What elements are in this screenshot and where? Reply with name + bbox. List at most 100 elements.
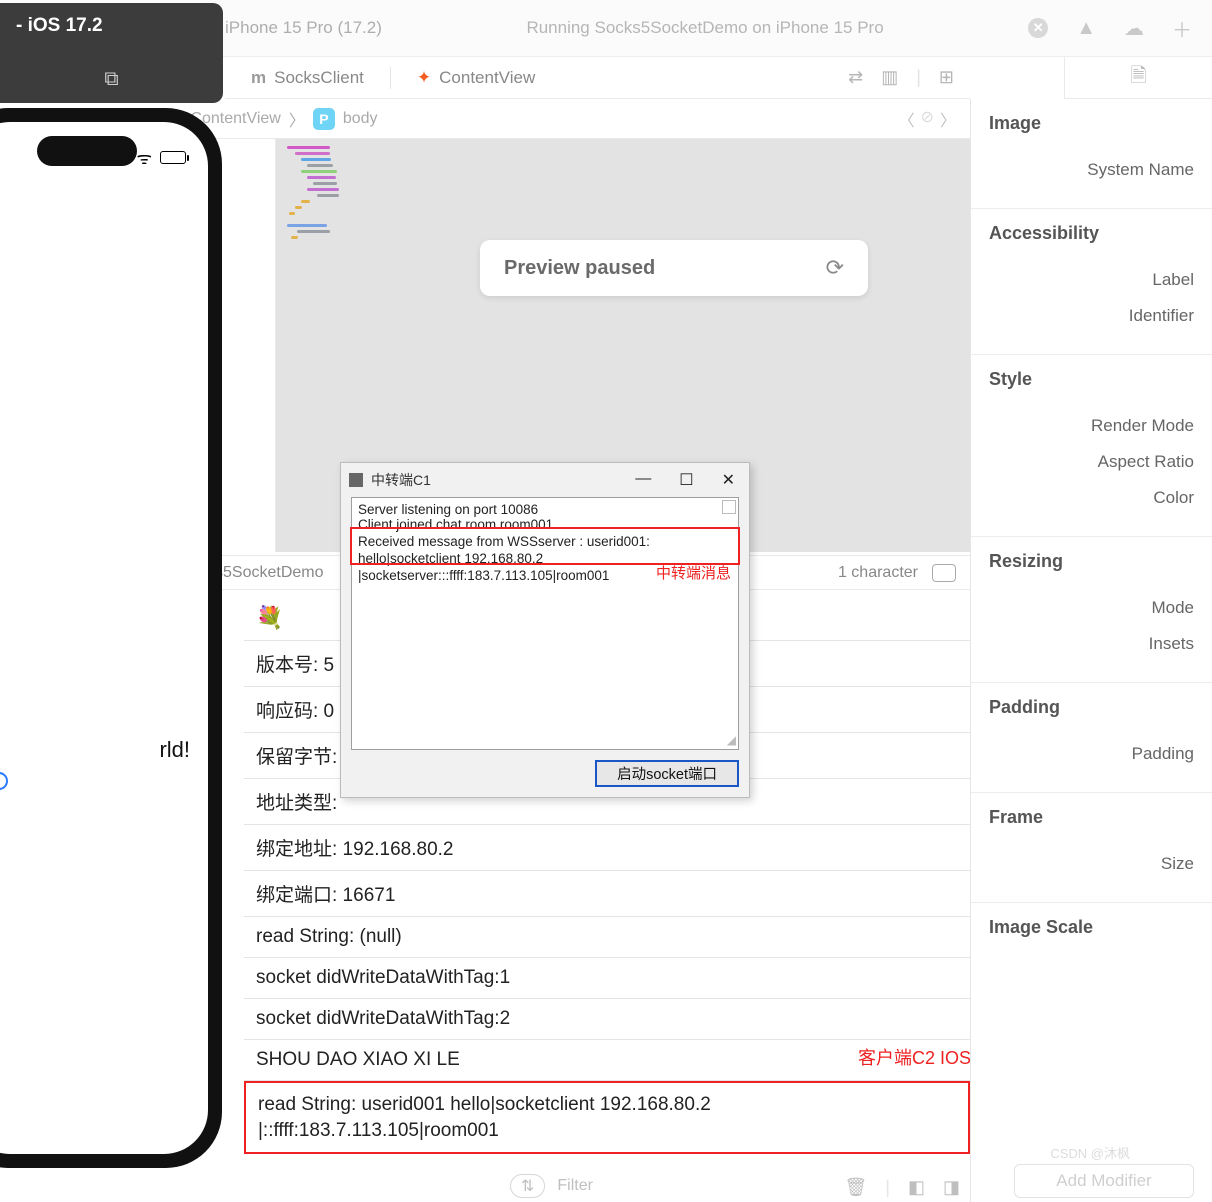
keyboard-icon[interactable] xyxy=(932,564,956,582)
console-row: socket didWriteDataWithTag:2 xyxy=(244,999,970,1040)
trash-icon[interactable]: 🗑 xyxy=(844,1177,867,1198)
inspector-row[interactable]: Size xyxy=(989,846,1194,882)
sim-globe-icon xyxy=(0,772,8,790)
page-icon: 🗎 xyxy=(1130,61,1146,95)
swift-file-icon: ✦ xyxy=(417,68,431,88)
file-icon: m xyxy=(251,68,266,88)
inspector-row[interactable]: Label xyxy=(989,262,1194,298)
error-indicator-icon[interactable]: ✕ xyxy=(1028,18,1048,38)
inspector-panel: Image System Name Accessibility Label Id… xyxy=(970,99,1212,1202)
minimize-icon[interactable]: — xyxy=(635,470,651,490)
add-tab-icon[interactable]: ＋ xyxy=(1172,14,1192,43)
iphone-simulator-frame: ᯤ rld! xyxy=(0,108,222,1168)
log-line: Server listening on port 10086 xyxy=(358,502,732,517)
preview-paused-label: Preview paused xyxy=(504,257,655,280)
minimap-line xyxy=(301,158,331,161)
editor-tabbar: m SocksClient ✦ ContentView ⇄ ▥ | ⊞ xyxy=(225,57,970,99)
inspector-section-resizing: Resizing Mode Insets xyxy=(971,537,1212,683)
panel-right-icon[interactable]: ◨ xyxy=(943,1177,960,1198)
toolbar-device-label: iPhone 15 Pro (17.2) xyxy=(225,18,382,38)
window-titlebar[interactable]: 中转端C1 — ☐ ✕ xyxy=(341,463,749,497)
tab-separator xyxy=(390,67,391,89)
inspector-section-title: Style xyxy=(989,369,1194,390)
relay-server-window[interactable]: 中转端C1 — ☐ ✕ Server listening on port 100… xyxy=(340,462,750,798)
inspector-row[interactable]: Identifier xyxy=(989,298,1194,334)
inspector-row[interactable]: Insets xyxy=(989,626,1194,662)
sync-icon[interactable]: ⇄ xyxy=(848,67,863,88)
inspector-section-title: Resizing xyxy=(989,551,1194,572)
property-badge-icon: P xyxy=(313,108,335,130)
breadcrumb-item[interactable]: body xyxy=(343,110,378,128)
battery-icon xyxy=(160,151,186,164)
inspector-row[interactable]: Mode xyxy=(989,590,1194,626)
console-row-highlighted: read String: userid001 hello|socketclien… xyxy=(244,1081,970,1154)
inspector-section-padding: Padding Padding xyxy=(971,683,1212,793)
minimap-line xyxy=(287,146,330,149)
inspector-row[interactable]: Color xyxy=(989,480,1194,516)
dynamic-island xyxy=(37,136,137,166)
minimap-line xyxy=(301,170,337,173)
inspector-section-title: Padding xyxy=(989,697,1194,718)
window-button-row: 启动socket端口 xyxy=(341,750,749,797)
close-icon[interactable]: ✕ xyxy=(722,470,735,490)
console-filter-bar[interactable]: ⇅ Filter xyxy=(510,1174,593,1198)
window-tabs-icon: ⧉ xyxy=(104,68,118,91)
sim-status-icons: ᯤ xyxy=(136,146,186,169)
run-destination-title: - iOS 17.2 xyxy=(16,15,207,37)
minimap-line xyxy=(301,200,310,203)
annotation-relay-message: 中转端消息 xyxy=(656,562,731,583)
inspector-section-image-scale: Image Scale xyxy=(971,903,1212,976)
console-row: read String: (null) xyxy=(244,917,970,958)
cloud-status-icon[interactable]: ☁ xyxy=(1124,16,1144,41)
tab-label: SocksClient xyxy=(274,68,364,88)
inspector-section-accessibility: Accessibility Label Identifier xyxy=(971,209,1212,355)
minimap-line xyxy=(313,182,337,185)
scroll-up-icon[interactable] xyxy=(722,500,736,514)
minimap-line xyxy=(289,212,295,215)
status-left-label: ks5SocketDemo xyxy=(207,564,324,582)
breadcrumb-nav: 〈 ⊘ 〉 xyxy=(899,107,956,131)
minimap-line xyxy=(297,230,330,233)
toolbar-run-status: Running Socks5SocketDemo on iPhone 15 Pr… xyxy=(382,18,1028,38)
filter-label: Filter xyxy=(557,1177,593,1195)
tab-contentview[interactable]: ✦ ContentView xyxy=(407,62,545,94)
add-editor-icon[interactable]: ⊞ xyxy=(939,67,954,88)
minimap-line xyxy=(307,176,336,179)
console-row: 绑定地址: 192.168.80.2 xyxy=(244,825,970,871)
nav-forward-icon[interactable]: 〉 xyxy=(940,107,956,131)
inspector-section-frame: Frame Size xyxy=(971,793,1212,903)
inspector-row[interactable]: System Name xyxy=(989,152,1194,188)
start-socket-button[interactable]: 启动socket端口 xyxy=(595,760,739,787)
resize-grip-icon[interactable]: ◢ xyxy=(727,733,736,747)
minimap-line xyxy=(307,164,333,167)
panel-left-icon[interactable]: ◧ xyxy=(908,1177,925,1198)
preview-paused-card: Preview paused ⟳ xyxy=(480,240,868,296)
character-count-label: 1 character xyxy=(838,564,918,582)
icon-separator: | xyxy=(885,1177,890,1198)
reload-icon[interactable]: ⟳ xyxy=(826,255,844,281)
console-row: 绑定端口: 16671 xyxy=(244,871,970,917)
minimap-line xyxy=(317,194,339,197)
inspector-toggle-cell[interactable]: 🗎 xyxy=(1064,57,1212,99)
inspector-row[interactable]: Render Mode xyxy=(989,408,1194,444)
window-title: 中转端C1 xyxy=(371,470,431,490)
window-controls: — ☐ ✕ xyxy=(635,470,741,490)
chevron-right-icon: 〉 xyxy=(289,107,305,131)
inspector-row[interactable]: Padding xyxy=(989,736,1194,772)
maximize-icon[interactable]: ☐ xyxy=(679,470,693,490)
add-modifier-button[interactable]: Add Modifier xyxy=(1014,1164,1194,1198)
minimap[interactable] xyxy=(283,142,363,282)
run-destination-pill[interactable]: - iOS 17.2 ⧉ xyxy=(0,3,223,103)
app-icon xyxy=(349,473,363,487)
inspector-section-image: Image System Name xyxy=(971,99,1212,209)
iphone-simulator-screen[interactable]: ᯤ rld! xyxy=(0,122,208,1154)
tab-socksclient[interactable]: m SocksClient xyxy=(241,62,374,94)
annotation-box-relay xyxy=(350,527,740,565)
columns-icon[interactable]: ▥ xyxy=(881,67,898,88)
nav-back-icon[interactable]: 〈 xyxy=(899,107,915,131)
warning-indicator-icon[interactable]: ▲ xyxy=(1076,17,1096,40)
tab-label: ContentView xyxy=(439,68,535,88)
inspector-row[interactable]: Aspect Ratio xyxy=(989,444,1194,480)
filter-pill-icon[interactable]: ⇅ xyxy=(510,1174,545,1198)
inspector-section-title: Frame xyxy=(989,807,1194,828)
